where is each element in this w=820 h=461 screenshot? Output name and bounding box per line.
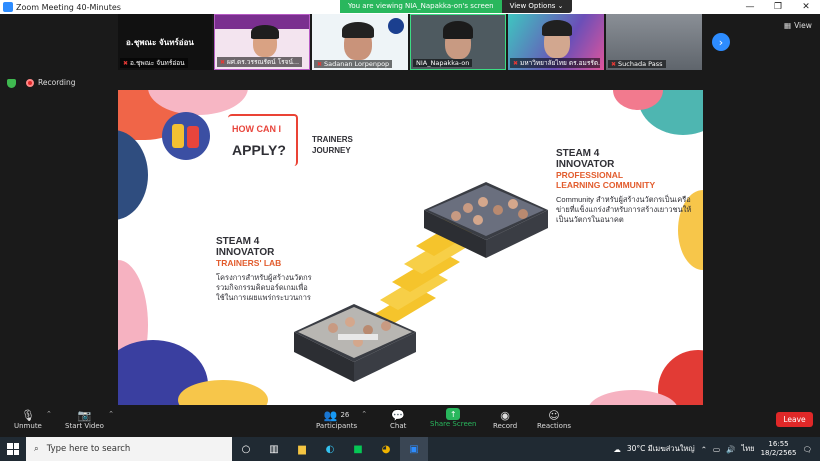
system-tray: ☁ 30°C มีเมฆส่วนใหญ่ ⌃ ▭ 🔊 ไทย 16:55 18/… (613, 437, 820, 461)
reactions-button[interactable]: ☺ Reactions (537, 408, 572, 431)
close-button[interactable]: ✕ (792, 0, 820, 14)
minimize-button[interactable]: — (736, 0, 764, 14)
participant-thumbnails: อ.ชุพณะ จันทร์อ่อน ✖ อ.ชุพณะ จันทร์อ่อน ✖… (118, 14, 703, 70)
share-screen-icon: ↑ (446, 408, 461, 420)
muted-mic-icon: ✖ (513, 59, 519, 67)
taskbar-search[interactable]: ⌕ Type here to search (26, 437, 232, 461)
start-button[interactable] (0, 437, 26, 461)
participant-hair (443, 21, 473, 39)
recording-dot-icon (26, 78, 34, 87)
share-screen-label: Share Screen (430, 420, 477, 428)
participant-name: มหาวิทยาลัยไทย ดร.อมรรัต... (520, 59, 601, 67)
search-placeholder: Type here to search (46, 444, 131, 454)
participant-hair (251, 25, 279, 39)
windows-logo-icon (7, 443, 19, 455)
record-icon: ◉ (500, 408, 510, 422)
view-label: View (794, 21, 812, 30)
start-video-label: Start Video (65, 422, 104, 430)
volume-icon[interactable]: 🔊 (726, 445, 735, 454)
participants-count: 26 (340, 411, 350, 419)
clock-time: 16:55 (768, 440, 789, 448)
chevron-up-icon[interactable]: ⌃ (701, 445, 707, 454)
task-view-icon[interactable]: ○ (232, 437, 260, 461)
chat-label: Chat (390, 422, 407, 430)
participants-label: Participants (316, 422, 358, 430)
participant-hair (342, 22, 374, 38)
participant-name: Suchada Pass (618, 60, 663, 68)
muted-mic-icon: ✖ (123, 59, 129, 67)
reactions-icon: ☺ (548, 408, 560, 422)
shared-screen-slide: HOW CAN I APPLY? TRAINERS JOURNEY STEAM … (118, 90, 703, 405)
start-video-button[interactable]: 📷 Start Video ⌃ (65, 408, 114, 431)
chevron-up-icon[interactable]: ⌃ (46, 410, 52, 418)
video-off-icon: 📷 (77, 408, 92, 422)
viewing-banner: You are viewing NIA_Napakka-on's screen … (340, 0, 572, 13)
participant-tile[interactable]: ✖ มหาวิทยาลัยไทย ดร.อมรรัต... (508, 14, 604, 70)
participant-name: NIA_Napakka-on (416, 59, 470, 67)
chevron-up-icon[interactable]: ⌃ (108, 410, 114, 418)
muted-mic-icon: ✖ (611, 60, 617, 68)
clock-date: 18/2/2565 (760, 449, 797, 457)
muted-mic-icon: ✖ (220, 58, 226, 66)
record-button[interactable]: ◉ Record (493, 408, 518, 431)
viewing-text: You are viewing NIA_Napakka-on's screen (340, 0, 502, 13)
clock[interactable]: 16:55 18/2/2565 (761, 440, 797, 458)
windows-taskbar: ⌕ Type here to search ○ ▥ ▆ ◐ ■ ◕ ▣ ☁ 30… (0, 437, 820, 461)
chat-button[interactable]: 💬 Chat (390, 408, 407, 431)
notifications-icon[interactable]: 🗨 (802, 445, 812, 454)
staircase-illustration (294, 182, 548, 382)
chat-icon: 💬 (391, 408, 406, 422)
meeting-toolbar: 🎙 Unmute ⌃ 📷 Start Video ⌃ 👥 26 Particip… (0, 406, 820, 435)
unmute-label: Unmute (14, 422, 42, 430)
maximize-button[interactable]: ❐ (764, 0, 792, 14)
participant-name: Sadanan Lorpenpop (324, 60, 390, 68)
weather-icon: ☁ (613, 444, 621, 454)
view-button[interactable]: ▦ View (784, 21, 812, 30)
logo-badge-icon (388, 18, 404, 34)
participants-button[interactable]: 👥 26 Participants ⌃ (316, 408, 367, 431)
search-icon: ⌕ (34, 444, 39, 454)
participants-icon: 👥 26 (323, 408, 350, 422)
participant-tile[interactable]: อ.ชุพณะ จันทร์อ่อน ✖ อ.ชุพณะ จันทร์อ่อน (118, 14, 212, 70)
network-icon[interactable]: ▭ (713, 445, 720, 454)
chrome-icon[interactable]: ◕ (372, 437, 400, 461)
recording-label: Recording (38, 78, 76, 87)
participant-tile-active-speaker[interactable]: NIA_Napakka-on (410, 14, 506, 70)
host-name-large: อ.ชุพณะ จันทร์อ่อน (126, 38, 194, 47)
leave-button[interactable]: Leave (776, 412, 813, 427)
reactions-label: Reactions (537, 422, 572, 430)
record-label: Record (493, 422, 518, 430)
participant-name: ผศ.ดร.วรรณรัตน์ โรจน์... (227, 58, 300, 66)
line-app-icon[interactable]: ■ (344, 437, 372, 461)
zoom-app-icon (3, 2, 13, 12)
muted-mic-icon: ✖ (317, 60, 323, 68)
weather-text[interactable]: 30°C มีเมฆส่วนใหญ่ (627, 443, 695, 455)
grid-icon: ▦ (784, 21, 792, 30)
file-explorer-icon[interactable]: ▆ (288, 437, 316, 461)
widgets-icon[interactable]: ▥ (260, 437, 288, 461)
chevron-up-icon[interactable]: ⌃ (361, 410, 367, 418)
window-title: Zoom Meeting 40-Minutes (16, 2, 121, 12)
participant-tile[interactable]: ✖ ผศ.ดร.วรรณรัตน์ โรจน์... (214, 14, 310, 70)
next-page-arrow-icon[interactable]: › (712, 33, 730, 51)
participant-tile[interactable]: ✖ Sadanan Lorpenpop (312, 14, 408, 70)
recording-indicator[interactable]: Recording (26, 78, 76, 87)
participant-hair (542, 20, 572, 36)
share-screen-button[interactable]: ↑ Share Screen (430, 408, 477, 428)
security-shield-icon[interactable] (7, 79, 16, 88)
language-indicator[interactable]: ไทย (741, 443, 754, 455)
edge-browser-icon[interactable]: ◐ (316, 437, 344, 461)
window-controls: — ❐ ✕ (736, 0, 820, 14)
muted-mic-icon: 🎙 (20, 408, 35, 422)
zoom-taskbar-icon[interactable]: ▣ (400, 437, 428, 461)
view-options-button[interactable]: View Options ⌄ (501, 0, 572, 13)
unmute-button[interactable]: 🎙 Unmute ⌃ (14, 408, 52, 431)
participant-name: อ.ชุพณะ จันทร์อ่อน (130, 59, 185, 67)
meeting-area: อ.ชุพณะ จันทร์อ่อน ✖ อ.ชุพณะ จันทร์อ่อน ✖… (0, 14, 820, 406)
participant-tile[interactable]: ✖ Suchada Pass (606, 14, 702, 70)
